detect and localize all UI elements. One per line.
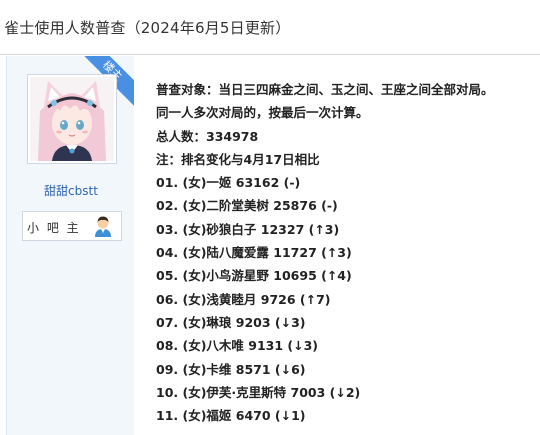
role-label: 小 吧 主	[27, 221, 81, 235]
ranking-item: 04. (女)陆八魔爱露 11727 (↑3)	[156, 245, 352, 261]
post-content: 普查对象：当日三四麻金之间、玉之间、王座之间全部对局。 同一人多次对局的，按最后…	[156, 78, 540, 427]
author-sidebar: 楼主 甜甜cbstt 小 吧 主	[6, 56, 134, 435]
user-avatar-icon	[93, 215, 113, 241]
post-line: 总人数：334978	[156, 128, 259, 144]
post-line: 普查对象：当日三四麻金之间、玉之间、王座之间全部对局。	[156, 82, 494, 97]
ranking-item: 08. (女)八木唯 9131 (↓3)	[156, 338, 319, 354]
ranking-item: 09. (女)卡维 8571 (↓6)	[156, 361, 306, 377]
ranking-item: 03. (女)砂狼白子 12327 (↑3)	[156, 221, 340, 237]
ranking-item: 11. (女)福姬 6470 (↓1)	[156, 408, 306, 424]
ranking-item: 01. (女)一姬 63162 (-)	[156, 175, 301, 191]
ranking-item: 06. (女)浅黄睦月 9726 (↑7)	[156, 291, 331, 307]
ranking-item: 05. (女)小鸟游星野 10695 (↑4)	[156, 268, 352, 284]
page-title: 雀士使用人数普查（2024年6月5日更新）	[4, 19, 291, 37]
post-line: 同一人多次对局的，按最后一次计算。	[156, 105, 369, 121]
ranking-item: 02. (女)二阶堂美树 25876 (-)	[156, 198, 338, 214]
author-username-link[interactable]: 甜甜cbstt	[7, 182, 134, 199]
title-bar: 雀士使用人数普查（2024年6月5日更新）	[0, 0, 540, 55]
anime-catgirl-avatar-icon	[30, 77, 114, 161]
post-line: 注：排名变化与4月17日相比	[156, 151, 320, 167]
ranking-item: 07. (女)琳琅 9203 (↓3)	[156, 314, 306, 330]
avatar[interactable]	[27, 74, 117, 164]
role-badge: 小 吧 主	[22, 211, 122, 241]
ranking-item: 10. (女)伊芙·克里斯特 7003 (↓2)	[156, 384, 361, 400]
